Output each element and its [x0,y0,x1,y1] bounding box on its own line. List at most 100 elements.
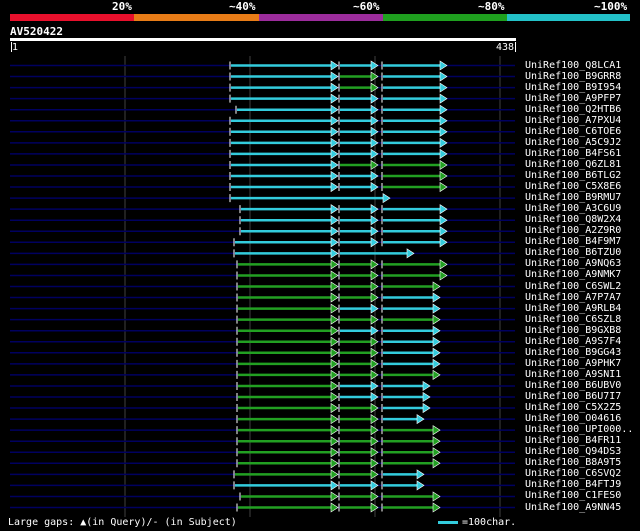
hit-label[interactable]: UniRef100_Q8W2X4 [525,214,621,225]
hit-label[interactable]: UniRef100_Q8LCA1 [525,60,621,71]
hit-label[interactable]: UniRef100_A3C6U9 [525,203,621,214]
segment-arrowhead [330,204,339,215]
hit-label[interactable]: UniRef100_A5C9J2 [525,137,621,148]
segment-arrowhead [330,414,339,425]
segment-arrowhead [330,126,339,137]
hit-label[interactable]: UniRef100_Q94DS3 [525,446,621,457]
segment-arrowhead [439,259,448,270]
hit-label[interactable]: UniRef100_B4FTJ9 [525,479,621,490]
segment-arrowhead [330,425,339,436]
hit-label[interactable]: UniRef100_B9GXB8 [525,325,621,336]
segment-arrowhead [330,182,339,193]
segment-arrowhead [330,447,339,458]
hit-label[interactable]: UniRef100_C5X8E6 [525,181,621,192]
hit-label[interactable]: UniRef100_B4FS61 [525,148,621,159]
segment-arrowhead [439,115,448,126]
segment-arrowhead [330,480,339,491]
segment-arrowhead [432,314,441,325]
hit-label[interactable]: UniRef100_B6TZU0 [525,247,621,258]
segment-arrowhead [439,137,448,148]
hit-label[interactable]: UniRef100_B4F9M7 [525,236,621,247]
hit-label[interactable]: UniRef100_A9RLB4 [525,303,621,314]
hit-label[interactable]: UniRef100_B9GRR8 [525,71,621,82]
segment-arrowhead [382,193,391,204]
segment-arrowhead [330,237,339,248]
segment-arrowhead [432,458,441,469]
segment-arrowhead [432,491,441,502]
hit-label[interactable]: UniRef100_A2Z9R0 [525,225,621,236]
segment-arrowhead [439,60,448,71]
segment-arrowhead [422,380,431,391]
segment-arrowhead [330,215,339,226]
segment-arrowhead [432,358,441,369]
segment-arrowhead [439,170,448,182]
segment-arrowhead [432,436,441,447]
hit-label[interactable]: UniRef100_B8A9T5 [525,457,621,468]
hit-label[interactable]: UniRef100_A7P7A7 [525,292,621,303]
segment-arrowhead [330,336,339,347]
segment-arrowhead [439,226,448,237]
segment-arrowhead [330,71,339,82]
segment-arrowhead [439,204,448,215]
segment-arrowhead [330,281,339,292]
hit-label[interactable]: UniRef100_B4FR11 [525,435,621,446]
hit-label[interactable]: UniRef100_C6SZL8 [525,314,621,325]
hit-label[interactable]: UniRef100_B6U7I7 [525,391,621,402]
hit-label[interactable]: UniRef100_Q2HTB6 [525,104,621,115]
hit-label[interactable]: UniRef100_UPI000.. [525,424,633,435]
segment-arrowhead [330,292,339,303]
hit-label[interactable]: UniRef100_A9NN45 [525,502,621,513]
segment-arrowhead [432,281,441,292]
segment-arrowhead [432,325,441,336]
hit-label[interactable]: UniRef100_A9PHK7 [525,358,621,369]
segment-arrowhead [330,159,339,170]
segment-arrowhead [439,159,448,170]
segment-arrowhead [406,248,415,259]
segment-arrowhead [330,469,339,480]
segment-arrowhead [439,237,448,248]
hit-label[interactable]: UniRef100_C6TOE6 [525,126,621,137]
hit-label[interactable]: UniRef100_O04616 [525,413,621,424]
hit-label[interactable]: UniRef100_A9NQ63 [525,258,621,269]
segment-arrowhead [432,425,441,436]
hit-label[interactable]: UniRef100_B6TLG2 [525,170,621,181]
segment-arrowhead [439,82,448,93]
hit-label[interactable]: UniRef100_B6UBV0 [525,380,621,391]
segment-arrowhead [330,325,339,336]
segment-arrowhead [439,148,448,159]
segment-arrowhead [439,104,448,115]
segment-arrowhead [330,502,339,513]
segment-arrowhead [330,137,339,148]
hit-label[interactable]: UniRef100_C6SVQ2 [525,468,621,479]
segment-arrowhead [432,502,441,513]
segment-arrowhead [439,126,448,137]
segment-arrowhead [330,82,339,93]
segment-arrowhead [330,270,339,281]
hit-label[interactable]: UniRef100_C5X2Z5 [525,402,621,413]
hit-label[interactable]: UniRef100_A9S7F4 [525,336,621,347]
hit-label[interactable]: UniRef100_Q6ZL81 [525,159,621,170]
hit-label[interactable]: UniRef100_A7PXU4 [525,115,621,126]
segment-arrowhead [330,314,339,325]
hit-label[interactable]: UniRef100_B9I954 [525,82,621,93]
segment-arrowhead [416,414,425,425]
hit-label[interactable]: UniRef100_A9NMK7 [525,269,621,280]
segment-arrowhead [330,248,339,259]
segment-arrowhead [330,458,339,469]
segment-arrowhead [330,380,339,391]
segment-arrowhead [432,336,441,347]
segment-arrowhead [330,60,339,71]
hit-label[interactable]: UniRef100_C6SWL2 [525,281,621,292]
footer-gap-legend: Large gaps: ▲(in Query)/- (in Subject) [8,517,237,528]
segment-arrowhead [416,469,425,480]
segment-arrowhead [330,259,339,270]
hit-label[interactable]: UniRef100_B9GG43 [525,347,621,358]
segment-arrowhead [330,391,339,403]
hit-label[interactable]: UniRef100_B9RMU7 [525,192,621,203]
segment-arrowhead [439,93,448,104]
segment-arrowhead [422,391,431,403]
hit-label[interactable]: UniRef100_A9SNI1 [525,369,621,380]
hit-label[interactable]: UniRef100_C1FES0 [525,490,621,501]
segment-arrowhead [432,303,441,314]
hit-label[interactable]: UniRef100_A9PFP7 [525,93,621,104]
